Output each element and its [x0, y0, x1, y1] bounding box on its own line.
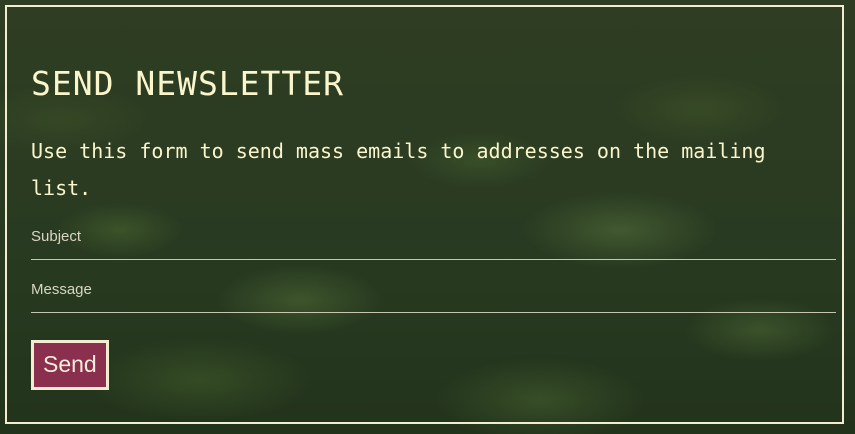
- subject-field[interactable]: Subject: [31, 223, 836, 260]
- message-input[interactable]: [31, 276, 836, 312]
- newsletter-panel: SEND NEWSLETTER Use this form to send ma…: [5, 5, 844, 424]
- form-description: Use this form to send mass emails to add…: [31, 139, 766, 200]
- subject-input[interactable]: [31, 223, 836, 259]
- message-field[interactable]: Message: [31, 276, 836, 313]
- page-title: SEND NEWSLETTER: [31, 64, 345, 103]
- send-button[interactable]: Send: [31, 340, 109, 390]
- newsletter-form: SEND NEWSLETTER Use this form to send ma…: [31, 59, 836, 390]
